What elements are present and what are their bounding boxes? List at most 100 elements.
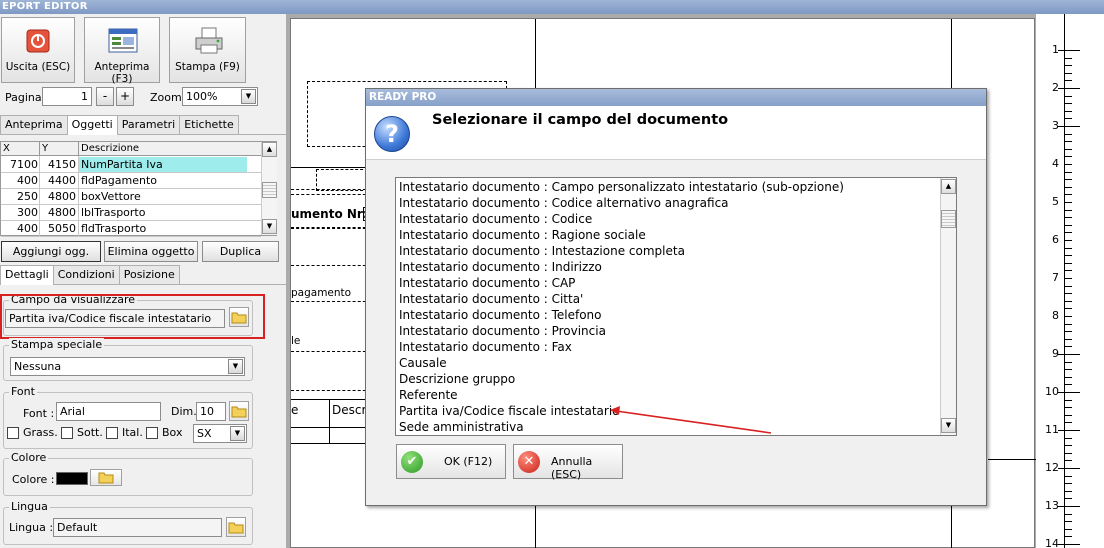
page-line [291, 167, 371, 168]
tab-parametri[interactable]: Parametri [116, 115, 181, 134]
add-object-button[interactable]: Aggiungi ogg.(F4) [1, 241, 101, 277]
ruler-tick [1064, 133, 1072, 135]
ok-button[interactable]: ✔ OK (F12) [396, 444, 506, 479]
list-item[interactable]: Causale [399, 355, 447, 371]
list-item[interactable]: Intestatario documento : Provincia [399, 323, 606, 339]
objects-grid[interactable]: X Y Descrizione 7100 4150 NumPartita Iva… [0, 141, 277, 237]
color-group: Colore Colore : [3, 451, 253, 496]
list-item[interactable]: Descrizione gruppo [399, 371, 515, 387]
ruler-tick [1058, 544, 1080, 545]
tab-posizione[interactable]: Posizione [118, 265, 180, 284]
print-button[interactable]: Stampa (F9) [169, 17, 246, 83]
list-scrollbar[interactable]: ▲ ▼ [940, 178, 956, 435]
list-item[interactable]: Sede amministrativa [399, 419, 524, 435]
scroll-thumb[interactable] [262, 182, 277, 198]
table-row[interactable]: 300 4800 lblTrasporto [1, 205, 261, 221]
field-list[interactable]: Intestatario documento : Campo personali… [395, 177, 957, 436]
vertical-ruler: 1 2 3 4 5 6 7 8 9 10 11 12 13 14 [1036, 14, 1104, 548]
list-item[interactable]: Intestatario documento : Ragione sociale [399, 227, 646, 243]
list-item[interactable]: Intestatario documento : Telefono [399, 307, 602, 323]
scroll-thumb[interactable] [941, 210, 956, 228]
ruler-tick [1064, 255, 1072, 257]
exit-button[interactable]: Uscita (ESC) [1, 17, 75, 83]
preview-button[interactable]: Anteprima (F3) [84, 17, 160, 85]
ruler-tick [1064, 217, 1072, 219]
list-item[interactable]: Intestatario documento : Citta' [399, 291, 583, 307]
dashed-line [291, 301, 371, 302]
dialog-heading: Selezionare il campo del documento [432, 112, 729, 128]
ruler-tick [1064, 323, 1072, 325]
ruler-tick [1064, 72, 1072, 74]
ruler-tick [1064, 414, 1072, 416]
ruler-tick [1064, 460, 1072, 462]
ruler-tick [1064, 490, 1072, 492]
table-row[interactable]: 250 4800 boxVettore [1, 189, 261, 205]
size-input[interactable]: 10 [196, 402, 226, 421]
doc-pagamento-text: pagamento [291, 287, 352, 299]
ruler-tick [1058, 88, 1080, 89]
scroll-down-icon[interactable]: ▼ [262, 219, 277, 234]
ruler-tick [1064, 95, 1072, 97]
page-minus-button[interactable]: - [96, 87, 114, 106]
font-group: Font Font : Arial Dim. 10 Grass. Sott. I… [3, 385, 253, 449]
duplicate-button[interactable]: Duplica [202, 241, 279, 262]
zoom-select[interactable]: 100% ▼ [182, 87, 258, 106]
folder-icon[interactable] [90, 469, 122, 486]
tab-dettagli[interactable]: Dettagli [0, 265, 54, 285]
tab-etichette[interactable]: Etichette [179, 115, 239, 134]
scroll-down-icon[interactable]: ▼ [941, 418, 956, 433]
special-print-select[interactable]: Nessuna ▼ [10, 357, 245, 376]
folder-icon[interactable] [229, 401, 249, 421]
list-item[interactable]: Intestatario documento : Indirizzo [399, 259, 602, 275]
bold-checkbox[interactable] [7, 427, 19, 439]
list-item[interactable]: Intestatario documento : Fax [399, 339, 572, 355]
underline-checkbox[interactable] [61, 427, 73, 439]
box-checkbox[interactable] [146, 427, 158, 439]
ruler-tick [1064, 521, 1072, 523]
delete-object-button[interactable]: Elimina oggetto [104, 241, 198, 262]
ruler-tick [1058, 468, 1080, 469]
scroll-up-icon[interactable]: ▲ [262, 142, 277, 157]
language-value[interactable]: Default [53, 518, 222, 537]
table-row[interactable]: 400 4400 fldPagamento [1, 173, 261, 189]
list-item[interactable]: Intestatario documento : Intestazione co… [399, 243, 685, 259]
list-item[interactable]: Partita iva/Codice fiscale intestatario [399, 403, 620, 419]
grid-col-divider [78, 156, 79, 236]
list-item[interactable]: Intestatario documento : Campo personali… [399, 179, 844, 195]
special-print-group: Stampa speciale Nessuna ▼ [3, 338, 253, 381]
tab-anteprima[interactable]: Anteprima [0, 115, 68, 134]
ruler-tick [1058, 392, 1080, 393]
grid-header-y: Y [39, 142, 48, 156]
page-plus-button[interactable]: + [116, 87, 134, 106]
preview-window-icon [108, 27, 138, 55]
list-item[interactable]: Intestatario documento : CAP [399, 275, 575, 291]
list-item[interactable]: Referente [399, 387, 458, 403]
cancel-button[interactable]: ✕ Annulla (ESC) [513, 444, 623, 481]
page-input[interactable]: 1 [42, 87, 92, 106]
color-swatch[interactable] [56, 472, 88, 485]
tab-condizioni[interactable]: Condizioni [52, 265, 120, 284]
ruler-tick [1064, 346, 1072, 348]
list-item[interactable]: Intestatario documento : Codice [399, 211, 592, 227]
ruler-tick [1064, 164, 1072, 165]
font-input[interactable]: Arial [56, 402, 161, 421]
ruler-tick [1064, 407, 1072, 409]
language-group-title: Lingua [9, 500, 50, 513]
ruler-tick [1064, 498, 1072, 500]
ruler-tick [1064, 209, 1072, 211]
table-row[interactable]: 7100 4150 NumPartita Iva [1, 157, 261, 173]
font-group-title: Font [9, 385, 37, 398]
folder-icon[interactable] [226, 517, 246, 537]
ruler-tick [1064, 369, 1072, 371]
align-value: SX [197, 427, 212, 440]
ruler-tick [1064, 270, 1072, 272]
doc-e-text: e [291, 403, 299, 417]
dashed-box [316, 169, 368, 191]
scroll-up-icon[interactable]: ▲ [941, 179, 956, 194]
tab-oggetti[interactable]: Oggetti [66, 115, 118, 135]
align-select[interactable]: SX ▼ [193, 424, 247, 443]
grid-scrollbar[interactable]: ▲ ▼ [261, 142, 277, 235]
table-row[interactable]: 400 5050 fldTrasporto [1, 221, 261, 237]
list-item[interactable]: Intestatario documento : Codice alternat… [399, 195, 729, 211]
italic-checkbox[interactable] [106, 427, 118, 439]
